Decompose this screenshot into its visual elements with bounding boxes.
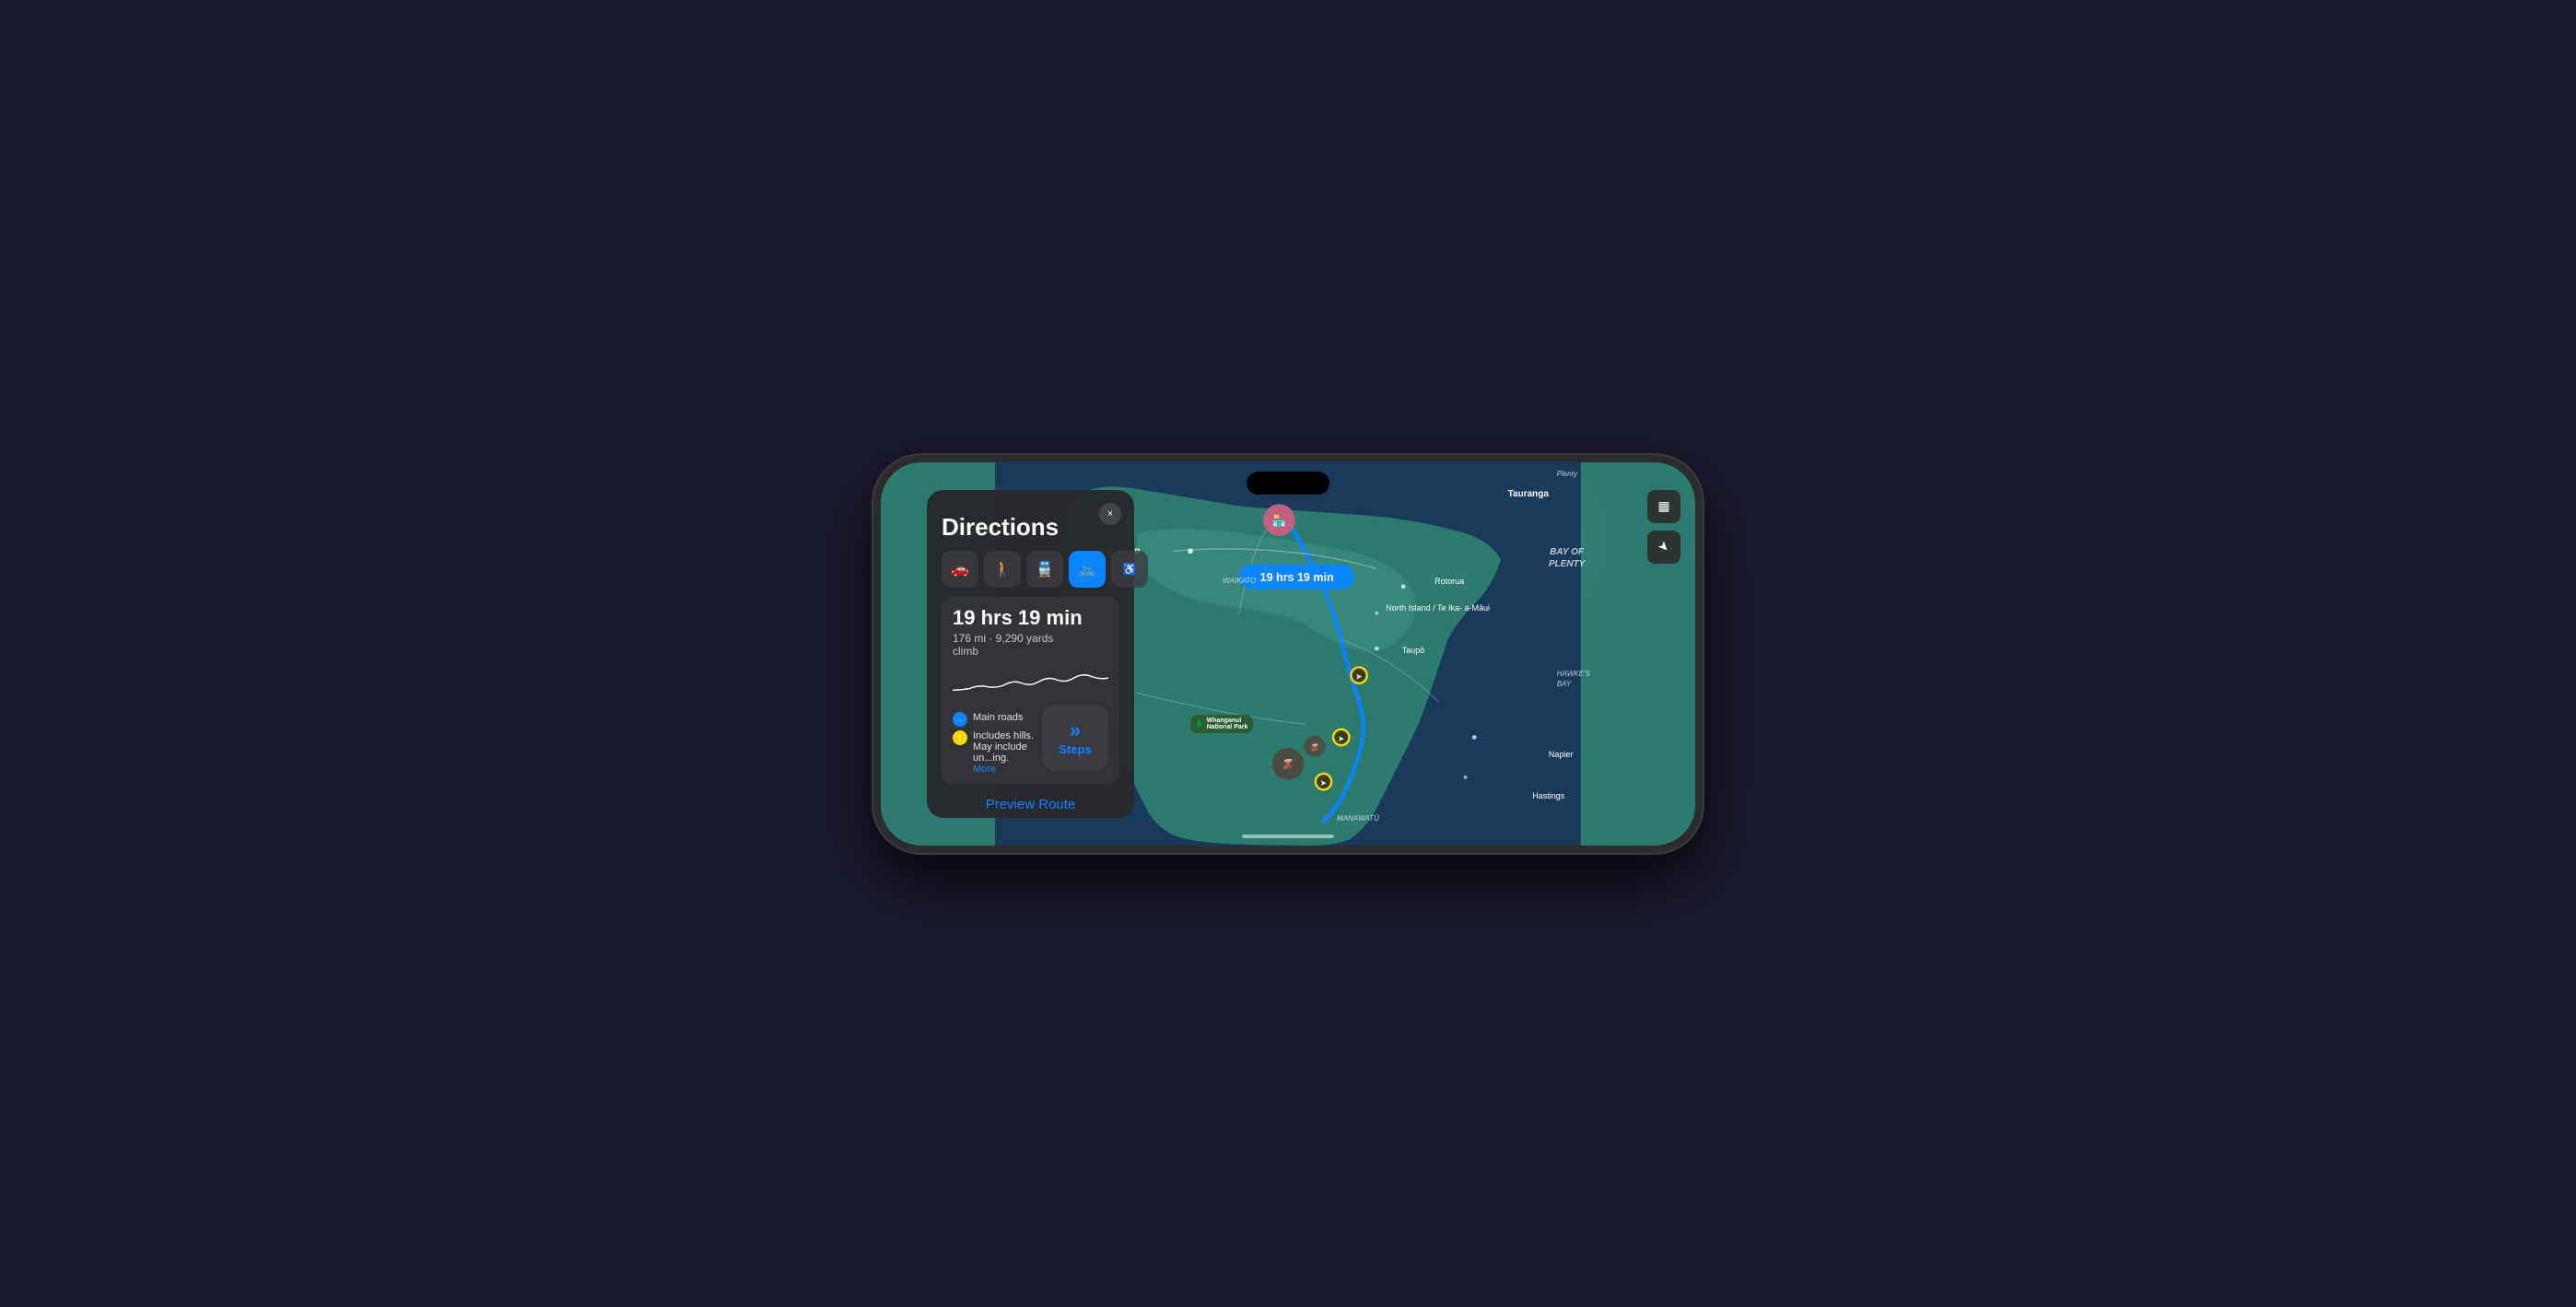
directions-panel: × Directions 🚗 🚶 🚆 🚲 ♿	[927, 490, 1134, 818]
transport-walk-button[interactable]: 🚶	[984, 551, 1021, 588]
close-button[interactable]: ×	[1099, 503, 1121, 525]
svg-text:🌋: 🌋	[1309, 742, 1319, 752]
svg-text:➤: ➤	[1339, 734, 1345, 742]
phone-frame: ➤ ➤ ➤ 🏪 🌋 🌋 👤	[873, 455, 1703, 853]
location-icon: ➤	[1655, 537, 1673, 555]
car-icon: 🚗	[951, 560, 969, 578]
route-info-box: 19 hrs 19 min 176 mi · 9,290 yards climb	[942, 597, 1119, 784]
location-button[interactable]: ➤	[1647, 531, 1680, 564]
bike-route-icon: 🚲	[953, 712, 967, 727]
national-park-badge: 🌲 WhanganuiNational Park	[1190, 715, 1253, 733]
route-time: 19 hrs 19 min	[953, 606, 1108, 630]
svg-text:➤: ➤	[1320, 778, 1327, 787]
preview-route-button[interactable]: Preview Route	[942, 793, 1119, 816]
svg-text:19 hrs 19 min: 19 hrs 19 min	[1260, 571, 1334, 584]
volume-down-button[interactable]	[873, 619, 874, 665]
close-icon: ×	[1107, 508, 1113, 519]
route-details: 🚲 Main roads ! Includes hills. May inclu…	[953, 712, 1035, 775]
volume-up-button[interactable]	[873, 554, 874, 610]
warning-icon: !	[953, 730, 967, 745]
more-link[interactable]: More	[973, 764, 996, 775]
screen: ➤ ➤ ➤ 🏪 🌋 🌋 👤	[881, 462, 1695, 846]
steps-label: Steps	[1059, 742, 1091, 756]
transit-icon: 🚆	[1036, 560, 1054, 578]
road-type-row: 🚲 Main roads	[953, 712, 1035, 727]
warning-row: ! Includes hills. May include un...ing. …	[953, 730, 1035, 775]
home-indicator	[1242, 834, 1334, 838]
steps-button[interactable]: » Steps	[1042, 705, 1108, 771]
transport-transit-button[interactable]: 🚆	[1026, 551, 1063, 588]
dynamic-island	[1247, 472, 1329, 495]
transport-accessible-button[interactable]: ♿	[1111, 551, 1148, 588]
steps-arrows-icon: »	[1070, 720, 1081, 741]
svg-text:➤: ➤	[1356, 671, 1363, 680]
route-distance: 176 mi · 9,290 yards climb	[953, 632, 1108, 658]
svg-text:🌋: 🌋	[1282, 758, 1294, 771]
elevation-chart	[953, 665, 1108, 699]
power-button[interactable]	[1702, 582, 1703, 656]
transport-modes: 🚗 🚶 🚆 🚲 ♿	[942, 551, 1119, 588]
route-actions-row: 🚲 Main roads ! Includes hills. May inclu…	[953, 705, 1108, 775]
walk-icon: 🚶	[993, 560, 1012, 578]
transport-bike-button[interactable]: 🚲	[1069, 551, 1106, 588]
action-button[interactable]	[873, 518, 874, 543]
accessible-icon: ♿	[1123, 563, 1137, 576]
map-layers-icon: ▦	[1657, 498, 1669, 514]
svg-text:🏪: 🏪	[1272, 513, 1287, 527]
map-layers-button[interactable]: ▦	[1647, 490, 1680, 523]
transport-car-button[interactable]: 🚗	[942, 551, 978, 588]
panel-title: Directions	[942, 514, 1119, 541]
bike-icon: 🚲	[1078, 560, 1096, 578]
